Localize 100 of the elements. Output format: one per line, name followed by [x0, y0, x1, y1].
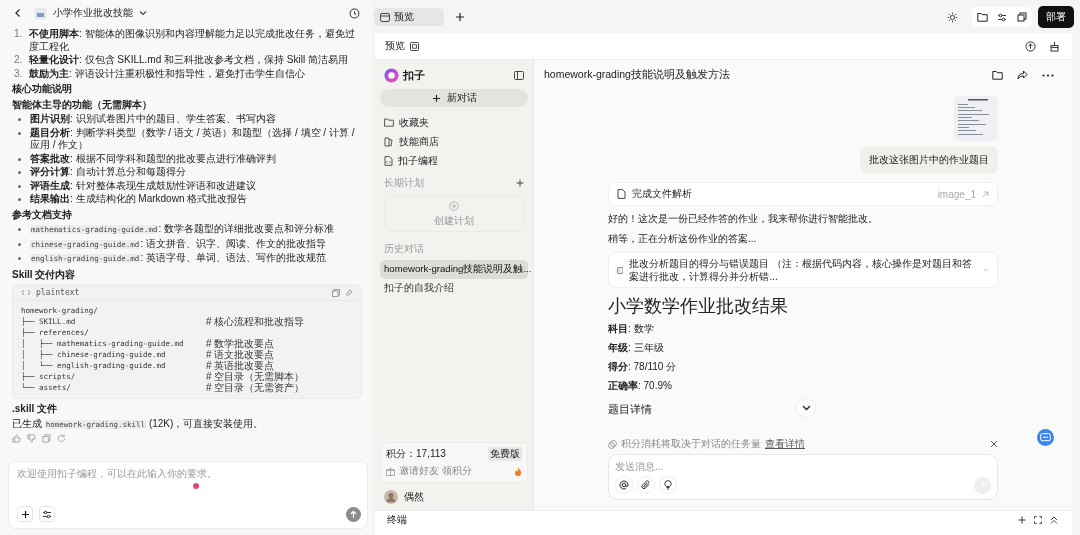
user-message: 批改这张图片中的作业题目 [860, 146, 998, 174]
terminal-icon [617, 265, 624, 275]
list-item-text: 评语生成: 针对整体表现生成鼓励性评语和改进建议 [30, 179, 256, 192]
sliders-icon [42, 509, 52, 519]
close-icon[interactable] [990, 440, 998, 448]
code-comment: # 空目录（无需资产） [206, 382, 306, 393]
tool-call-text: 批改分析题目的得分与错误题目 （注：根据代码内容，核心操作是对题目和答案进行批改，计算得分并分析错... [629, 257, 974, 283]
code-comment: # 英语批改要点 [206, 360, 275, 371]
at-sign-icon [619, 480, 629, 490]
code-comment: # 语文批改要点 [206, 349, 276, 360]
result-field: 正确率: 70.9% [608, 379, 998, 393]
tool-card[interactable]: 批改分析题目的得分与错误题目 （注：根据代码内容，核心操作是对题目和答案进行批改，计算得分并分析错... [608, 252, 998, 288]
sliders-icon [997, 12, 1007, 22]
history-icon [348, 7, 360, 19]
plus-icon [20, 509, 30, 519]
card-label: 完成文件解析 [632, 187, 692, 201]
arrow-up-icon [349, 509, 358, 519]
result-title: 小学数学作业批改结果 [608, 295, 789, 318]
code-language: plaintext [36, 288, 80, 297]
section-heading: 智能体主导的功能（无需脚本） [12, 98, 153, 111]
file-icon [617, 189, 626, 199]
fullscreen-icon[interactable] [1034, 516, 1042, 524]
section-label: 历史对话 [384, 242, 424, 256]
sidebar-toggle-icon[interactable] [514, 71, 524, 80]
list-item-text: 不使用脚本: 智能体的图像识别和内容理解能力足以完成批改任务，避免过度工程化 [29, 28, 356, 53]
result-field: 得分: 78/110 分 [608, 360, 998, 374]
scroll-down-button[interactable] [796, 398, 816, 418]
history-item[interactable]: 扣子的自我介绍 [380, 279, 528, 298]
list-item-text: 图片识别: 识别试卷图片中的题目、学生答案、书写内容 [30, 113, 276, 126]
more-icon[interactable] [1042, 73, 1054, 77]
tab[interactable]: 预览 [374, 8, 444, 26]
skill-file-icon [34, 6, 47, 20]
code-icon [21, 289, 31, 296]
nav-item[interactable]: 收藏夹 [380, 113, 528, 132]
reply-text: 稍等，正在分析这份作业的答案... [608, 232, 758, 246]
section-heading: 参考文档支持 [12, 208, 73, 221]
skill-title: 小学作业批改技能 [53, 6, 133, 20]
add-icon[interactable] [516, 179, 524, 187]
message-input[interactable]: 发送消息... [615, 461, 991, 472]
section-heading: 题目详情 [608, 402, 652, 417]
new-chat-button[interactable]: 新对话 [380, 89, 528, 107]
notice-text: 积分消耗将取决于对话的任务量 [621, 437, 761, 451]
list-item-text: 答案批改: 根据不同学科和题型的批改要点进行准确评判 [30, 152, 276, 165]
terminal-tab[interactable]: 终端 [387, 513, 407, 527]
upload-icon[interactable] [1025, 40, 1036, 52]
chevron-down-icon[interactable] [139, 9, 147, 17]
copy-icon [1017, 12, 1027, 22]
folder-icon [384, 118, 394, 127]
avatar[interactable] [384, 490, 398, 504]
invite-link[interactable]: 邀请好友 领积分 [399, 464, 472, 478]
gift-icon [386, 466, 395, 476]
deploy-button[interactable]: 部署 [1038, 6, 1074, 28]
code-comment: # 数学批改要点 [206, 338, 276, 349]
collapse-icon[interactable] [1050, 516, 1058, 524]
points-count: 积分：17,113 [386, 447, 446, 461]
plan-badge: 免费版 [488, 447, 522, 461]
add-icon[interactable] [1018, 516, 1026, 524]
lightbulb-icon [664, 480, 672, 490]
list-number: 2. [14, 54, 23, 67]
flame-icon [514, 466, 522, 476]
file-card[interactable]: 完成文件解析 image_1 [608, 182, 998, 206]
thumbs-down-icon[interactable] [27, 434, 36, 443]
chevron-down-icon [983, 267, 989, 273]
prompt-input[interactable]: 欢迎使用扣子编程，可以在此输入你的要求。 [17, 468, 361, 479]
plus-circle-icon [449, 200, 459, 211]
list-item-text: 题目分析: 判断学科类型（数学 / 语文 / 英语）和题型（选择 / 填空 / 计算 / 应用 / 作文） [30, 126, 356, 152]
preview-icon[interactable] [410, 41, 419, 51]
brand-name: 扣子 [403, 68, 425, 83]
broom-icon[interactable] [1049, 40, 1060, 52]
folder-icon[interactable] [992, 70, 1003, 80]
list-item-text: 轻量化设计: 仅包含 SKILL.md 和三科批改参考文档，保持 Skill 简洁易用 [29, 54, 348, 67]
details-link[interactable]: 查看详情 [765, 437, 805, 451]
sun-icon[interactable] [947, 11, 958, 23]
chat-icon [1040, 432, 1051, 443]
list-item-text: 结果输出: 生成结构化的 Markdown 格式批改报告 [30, 193, 248, 206]
folder-icon [976, 12, 988, 22]
back-icon [13, 8, 23, 18]
user-name: 偶然 [404, 490, 424, 504]
thumbs-up-icon[interactable] [12, 434, 21, 443]
list-number: 3. [14, 67, 23, 80]
nav-item[interactable]: 扣子编程 [380, 151, 528, 170]
reply-text: 好的！这次是一份已经作答的作业，我来帮你进行智能批改。 [608, 212, 879, 226]
section-heading: Skill 交付内容 [12, 268, 77, 281]
plus-icon [431, 93, 441, 103]
settings-button[interactable] [39, 506, 55, 522]
cursor-dot [193, 483, 199, 489]
add-button[interactable] [17, 506, 33, 522]
nav-item[interactable]: 技能商店 [380, 132, 528, 151]
copy-icon[interactable] [332, 288, 340, 297]
preview-title: 预览 [385, 39, 405, 53]
send-button[interactable] [346, 506, 361, 522]
logo-icon [384, 68, 399, 83]
list-item-text: 鼓励为主: 评语设计注重积极性和指导性，避免打击学生自信心 [29, 67, 305, 80]
list-number: 1. [14, 28, 23, 41]
window-icon [380, 12, 390, 22]
chevron-down-icon [801, 405, 811, 411]
paperclip-icon [641, 480, 651, 490]
share-icon[interactable] [1017, 70, 1028, 80]
book-icon [384, 136, 394, 147]
plus-icon [455, 12, 465, 22]
